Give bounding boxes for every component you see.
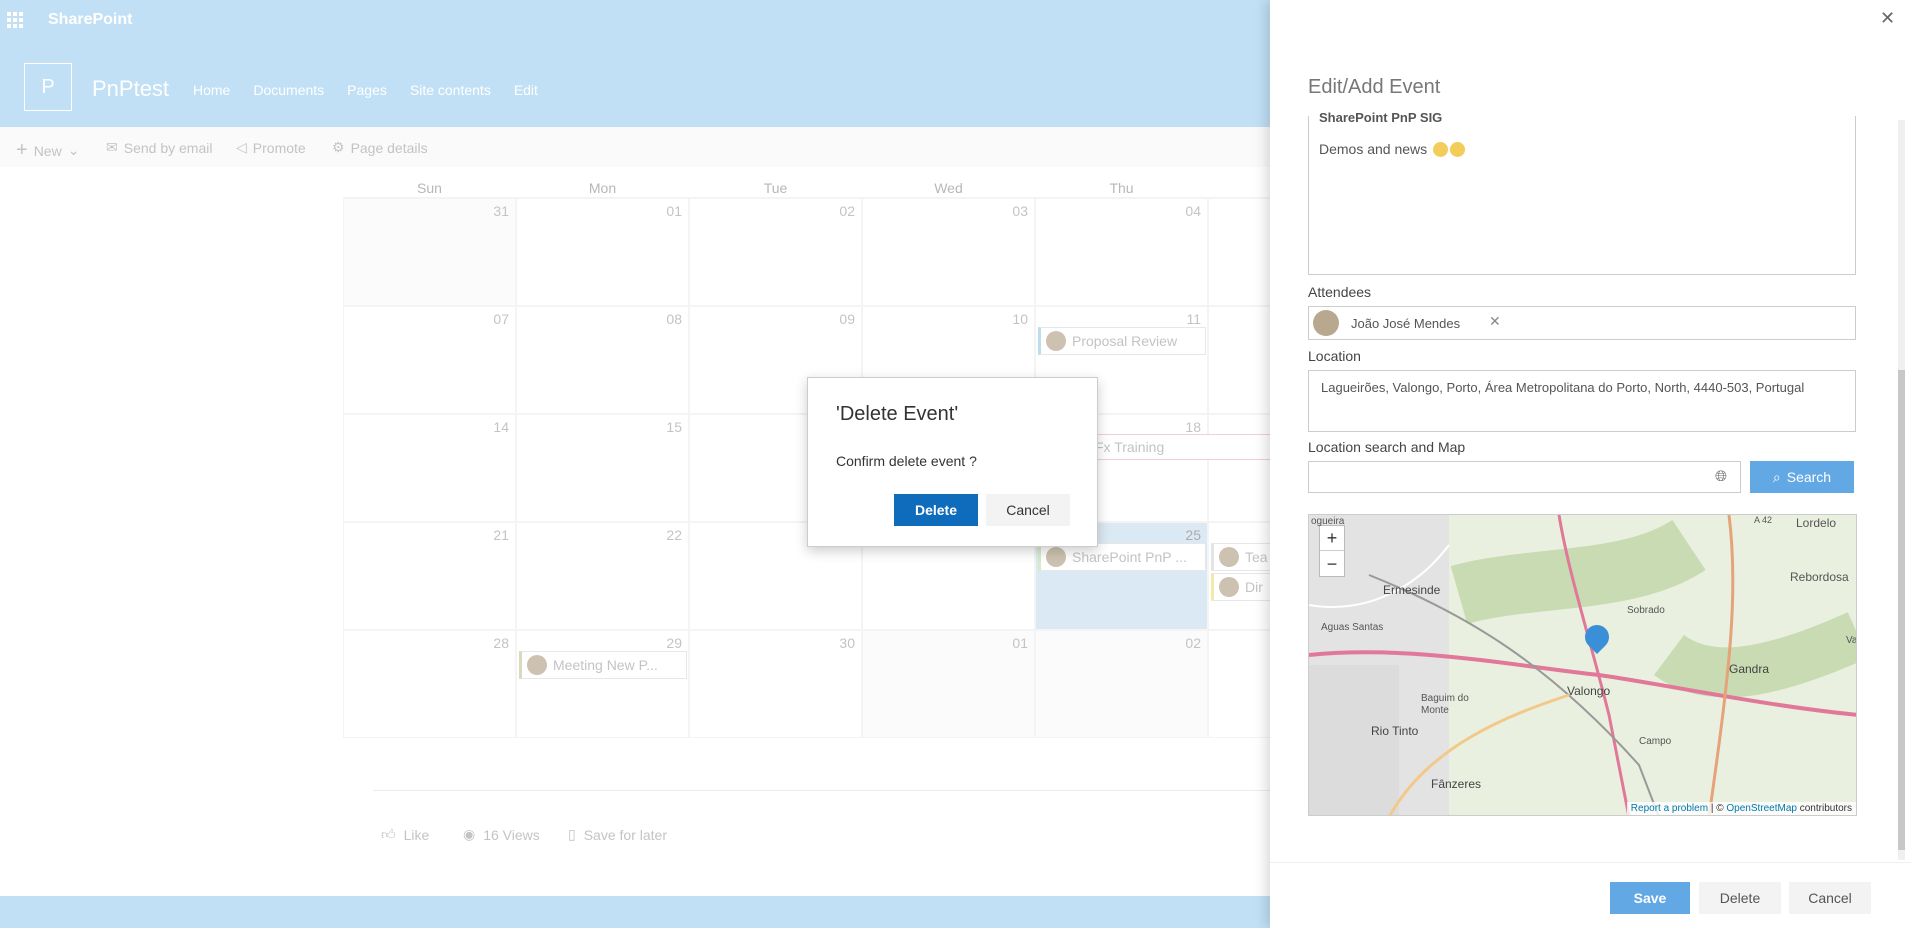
cancel-button[interactable]: Cancel	[1789, 882, 1871, 914]
panel-title: Edit/Add Event	[1308, 76, 1441, 98]
dialog-title: 'Delete Event'	[836, 403, 959, 425]
map-place-label: Rebordosa	[1790, 570, 1849, 584]
map-place-label: A 42	[1754, 515, 1773, 525]
location-textarea[interactable]: Lagueirões, Valongo, Porto, Área Metropo…	[1308, 370, 1856, 432]
map-place-label: Var	[1846, 635, 1857, 646]
avatar	[1313, 310, 1339, 336]
search-button[interactable]: ⌕ Search	[1750, 461, 1854, 493]
location-label: Location	[1308, 348, 1361, 364]
description-editor[interactable]: SharePoint PnP SIG Demos and news	[1308, 110, 1856, 275]
map-place-label: Ermesinde	[1383, 583, 1441, 597]
map-place-label: ogueira	[1311, 516, 1345, 527]
attendees-picker[interactable]: João José Mendes ✕	[1308, 306, 1856, 340]
map-tiles	[1309, 515, 1856, 815]
zoom-in-button[interactable]: +	[1320, 526, 1344, 551]
delete-confirm-dialog: 'Delete Event' Confirm delete event ? De…	[807, 377, 1098, 547]
smiley-icon	[1433, 141, 1449, 157]
map-place-label: Baguim do Monte	[1421, 693, 1469, 716]
divider	[1270, 862, 1911, 863]
attendees-label: Attendees	[1308, 284, 1372, 300]
map-place-label: Fânzeres	[1431, 777, 1482, 791]
description-heading: SharePoint PnP SIG	[1319, 110, 1443, 125]
map-place-label: Rio Tinto	[1371, 724, 1419, 738]
globe-icon: 🌐︎	[1715, 468, 1728, 485]
attendee-name: João José Mendes	[1351, 316, 1461, 331]
report-problem-link[interactable]: Report a problem	[1631, 803, 1708, 814]
description-body: Demos and news	[1319, 141, 1466, 157]
smiley-icon	[1450, 141, 1466, 157]
map-zoom-control: + −	[1319, 525, 1345, 577]
dialog-delete-button[interactable]: Delete	[894, 494, 978, 526]
location-search-label: Location search and Map	[1308, 439, 1466, 455]
close-icon[interactable]: ✕	[1880, 8, 1895, 29]
map-attribution: Report a problem | © OpenStreetMap contr…	[1626, 802, 1856, 815]
panel-scrollbar[interactable]	[1898, 120, 1905, 860]
location-search-input[interactable]: 🌐︎	[1308, 461, 1741, 493]
save-button[interactable]: Save	[1610, 882, 1690, 914]
map-place-label: Lordelo	[1796, 516, 1837, 530]
map-place-label: Campo	[1639, 736, 1672, 747]
dialog-message: Confirm delete event ?	[836, 453, 977, 469]
map-place-label: Valongo	[1567, 684, 1611, 698]
edit-event-panel: ✕ Edit/Add Event SharePoint PnP SIG Demo…	[1270, 0, 1911, 928]
map-place-label: Aguas Santas	[1321, 622, 1384, 633]
remove-attendee-icon[interactable]: ✕	[1489, 313, 1501, 330]
osm-link[interactable]: OpenStreetMap	[1726, 803, 1797, 814]
map-place-label: Sobrado	[1627, 605, 1665, 616]
scrollbar-thumb[interactable]	[1898, 370, 1905, 850]
zoom-out-button[interactable]: −	[1320, 552, 1344, 577]
dialog-cancel-button[interactable]: Cancel	[986, 494, 1070, 526]
map-place-label: Gandra	[1729, 662, 1770, 676]
search-icon: ⌕	[1772, 468, 1781, 485]
location-map[interactable]: + − Lordelo Rebordosa Ermesinde Sobrado …	[1308, 514, 1857, 816]
delete-button[interactable]: Delete	[1699, 882, 1781, 914]
